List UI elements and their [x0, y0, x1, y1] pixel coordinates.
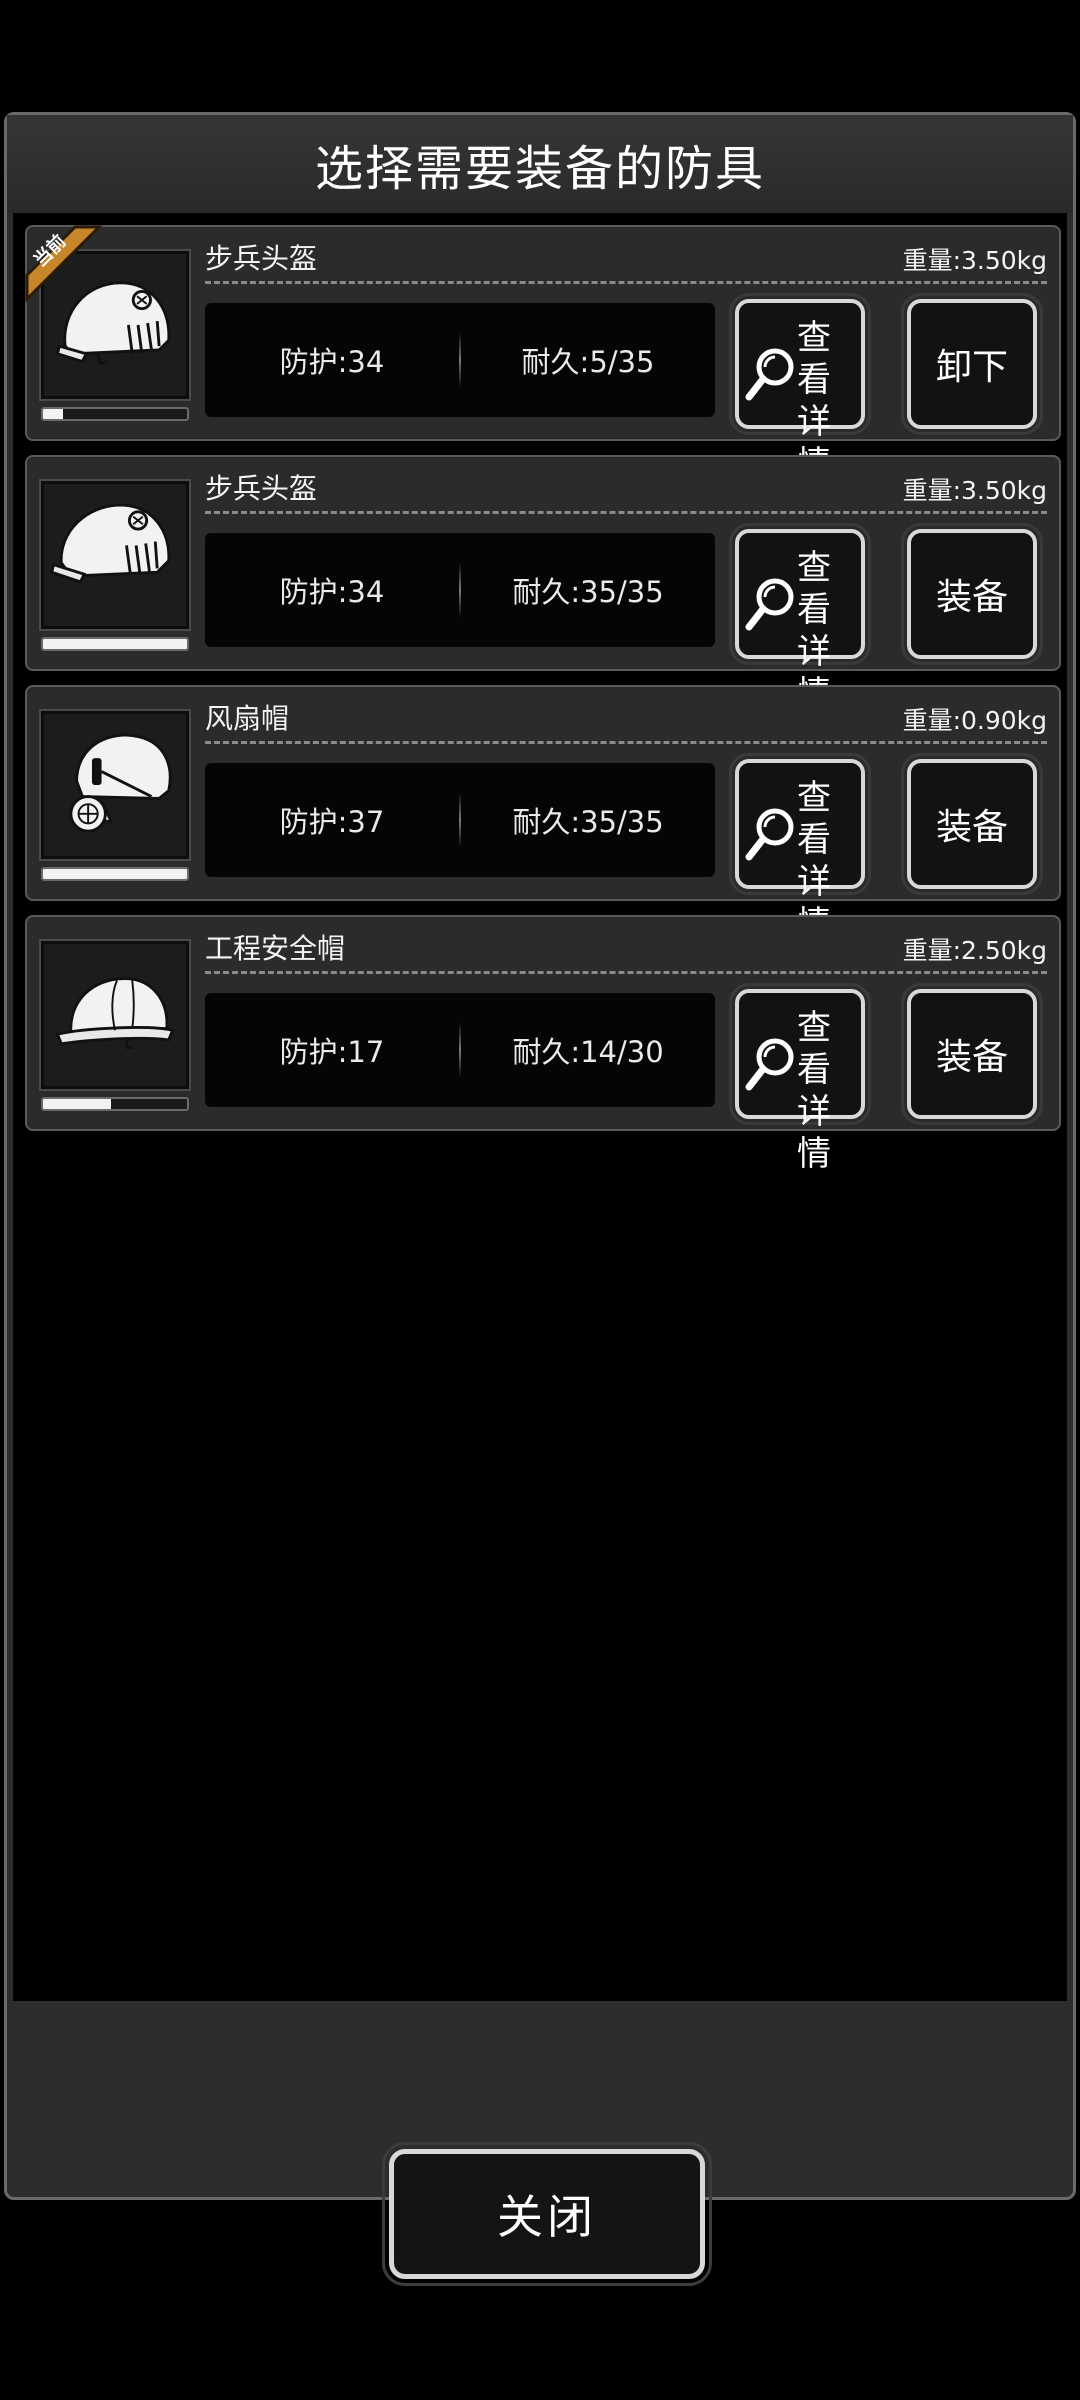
protection-value: 防护:37 [279, 805, 385, 839]
durability-bar [41, 867, 189, 881]
details-label-1: 查看 [797, 318, 831, 400]
durability-value: 耐久:5/35 [521, 345, 655, 379]
divider [205, 741, 1047, 744]
armor-item-card: 工程安全帽 重量:2.50kg 防护:17 耐久:14/30 查看 详情 装备 [25, 915, 1061, 1174]
armor-weight: 重量:0.90kg [902, 706, 1047, 735]
view-details-button[interactable]: 查看 详情 [729, 523, 871, 714]
hard-hat-icon [55, 977, 175, 1050]
armor-weight: 重量:3.50kg [902, 246, 1047, 275]
divider [205, 971, 1047, 974]
armor-select-dialog: 选择需要装备的防具 当前 步兵头盔 重量:3.50kg 防护:34 耐久:5/3… [4, 112, 1076, 2286]
protection-value: 防护:34 [279, 575, 385, 609]
magnifier-icon [745, 1038, 794, 1091]
magnifier-icon [745, 348, 794, 401]
durability-fill [43, 1099, 111, 1109]
durability-bar [41, 637, 189, 651]
view-details-button[interactable]: 查看 详情 [729, 293, 871, 484]
stats-box: 防护:34 耐久:35/35 [205, 533, 715, 647]
armor-thumbnail [39, 479, 191, 631]
armor-thumbnail [39, 249, 191, 401]
durability-value: 耐久:35/35 [512, 805, 664, 839]
equip-button[interactable]: 装备 [901, 753, 1043, 895]
magnifier-icon [745, 578, 794, 631]
armor-weight: 重量:2.50kg [902, 936, 1047, 965]
armor-name: 工程安全帽 [205, 932, 346, 965]
armor-name: 风扇帽 [205, 702, 290, 735]
durability-value: 耐久:35/35 [512, 575, 664, 609]
armor-name: 步兵头盔 [205, 472, 318, 505]
divider [205, 281, 1047, 284]
durability-fill [43, 639, 187, 649]
armor-item-card: 当前 步兵头盔 重量:3.50kg 防护:34 耐久:5/35 查看 详 卸下 [25, 225, 1061, 484]
stats-box: 防护:34 耐久:5/35 [205, 303, 715, 417]
armor-name: 步兵头盔 [205, 242, 318, 275]
divider [205, 511, 1047, 514]
view-details-button[interactable]: 查看 详情 [729, 753, 871, 944]
close-button[interactable]: 关闭 [382, 2142, 712, 2286]
armor-item-card: 风扇帽 重量:0.90kg 防护:37 耐久:35/35 查看 详情 装备 [25, 685, 1061, 944]
stats-box: 防护:17 耐久:14/30 [205, 993, 715, 1107]
durability-bar [41, 407, 189, 421]
details-label-1: 查看 [797, 548, 831, 630]
armor-list: 当前 步兵头盔 重量:3.50kg 防护:34 耐久:5/35 查看 详 卸下 … [13, 213, 1067, 2001]
durability-value: 耐久:14/30 [512, 1035, 664, 1069]
infantry-helmet-icon [55, 281, 171, 366]
details-label-1: 查看 [797, 778, 831, 860]
details-label-1: 查看 [797, 1008, 831, 1090]
armor-thumbnail [39, 709, 191, 861]
armor-thumbnail [39, 939, 191, 1091]
fan-cap-icon [69, 733, 172, 833]
durability-fill [43, 869, 187, 879]
details-label-2: 详情 [797, 1092, 831, 1174]
dialog-title: 选择需要装备的防具 [7, 115, 1073, 213]
unequip-button[interactable]: 卸下 [901, 293, 1043, 435]
durability-fill [43, 409, 64, 419]
equip-button[interactable]: 装备 [901, 523, 1043, 665]
infantry-helmet-icon [49, 503, 171, 584]
protection-value: 防护:17 [279, 1035, 385, 1069]
durability-bar [41, 1097, 189, 1111]
view-details-button[interactable]: 查看 详情 [729, 983, 871, 1174]
magnifier-icon [745, 808, 794, 861]
stats-box: 防护:37 耐久:35/35 [205, 763, 715, 877]
armor-item-card: 步兵头盔 重量:3.50kg 防护:34 耐久:35/35 查看 详情 装备 [25, 455, 1061, 714]
equip-button[interactable]: 装备 [901, 983, 1043, 1125]
protection-value: 防护:34 [279, 345, 385, 379]
armor-weight: 重量:3.50kg [902, 476, 1047, 505]
